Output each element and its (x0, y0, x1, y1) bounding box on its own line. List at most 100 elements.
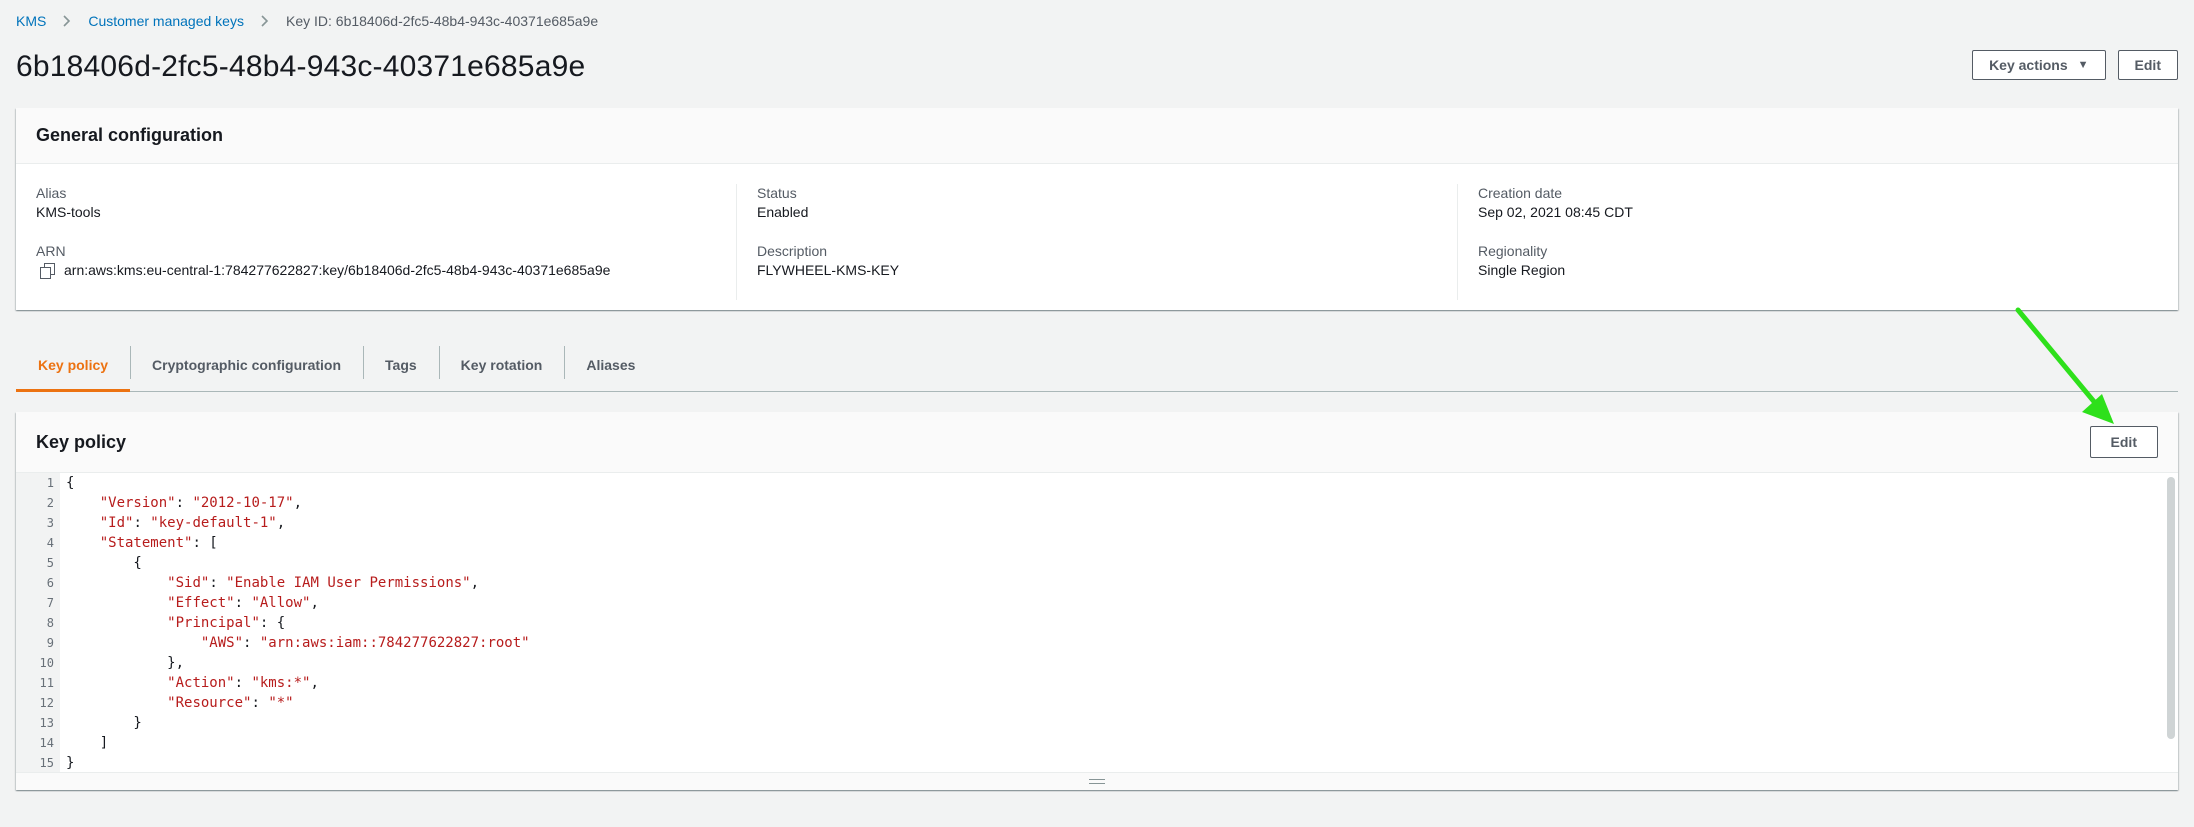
creation-date-label: Creation date (1478, 185, 1563, 201)
caret-down-icon: ▼ (2077, 59, 2089, 71)
key-policy-header: Key policy Edit (16, 412, 2178, 472)
code-line: 5 { (16, 553, 2178, 573)
code-line: 2 "Version": "2012-10-17", (16, 493, 2178, 513)
line-number: 3 (16, 513, 60, 533)
code-text: "Effect": "Allow", (167, 595, 319, 611)
code-line: 6 "Sid": "Enable IAM User Permissions", (16, 573, 2178, 593)
regionality-value: Single Region (1478, 262, 1566, 278)
edit-key-button[interactable]: Edit (2117, 50, 2178, 80)
code-line: 9 "AWS": "arn:aws:iam::784277622827:root… (16, 633, 2178, 653)
code-line: 11 "Action": "kms:*", (16, 673, 2178, 693)
code-text: "Statement": [ (99, 535, 218, 551)
key-policy-editor[interactable]: 1{2 "Version": "2012-10-17", 3 "Id": "key… (16, 472, 2178, 772)
breadcrumb-current: Key ID: 6b18406d-2fc5-48b4-943c-40371e68… (285, 13, 599, 29)
line-number: 12 (16, 693, 60, 713)
edit-key-policy-button[interactable]: Edit (2089, 426, 2158, 458)
tab-key-policy[interactable]: Key policy (16, 338, 131, 392)
code-lines: 1{2 "Version": "2012-10-17", 3 "Id": "key… (16, 473, 2178, 772)
arn-row: arn:aws:kms:eu-central-1:784277622827:ke… (36, 260, 716, 280)
status-value: Enabled (757, 204, 809, 220)
chevron-right-icon (261, 15, 269, 27)
key-actions-label: Key actions (1989, 57, 2068, 73)
general-configuration-title: General configuration (16, 108, 2178, 164)
page-title: 6b18406d-2fc5-48b4-943c-40371e685a9e (16, 50, 586, 83)
general-configuration-panel: General configuration Alias KMS-tools AR… (16, 108, 2178, 310)
code-line: 8 "Principal": { (16, 613, 2178, 633)
kms-key-detail-page: KMS Customer managed keys Key ID: 6b1840… (0, 0, 2194, 827)
line-number: 15 (16, 753, 60, 772)
status-field: Status Enabled (757, 184, 1437, 222)
key-actions-dropdown[interactable]: Key actions ▼ (1972, 50, 2106, 80)
config-column-3: Creation date Sep 02, 2021 08:45 CDT Reg… (1457, 184, 2178, 300)
code-text: } (66, 755, 75, 771)
line-number: 2 (16, 493, 60, 513)
description-label: Description (757, 243, 828, 259)
status-label: Status (757, 185, 797, 201)
code-line: 10 }, (16, 653, 2178, 673)
editor-scrollbar[interactable] (2164, 473, 2178, 772)
line-number: 11 (16, 673, 60, 693)
code-line: 7 "Effect": "Allow", (16, 593, 2178, 613)
code-text: { (66, 555, 142, 571)
line-number: 8 (16, 613, 60, 633)
code-text: } (66, 715, 142, 731)
chevron-right-icon (63, 15, 71, 27)
tab-tags[interactable]: Tags (363, 338, 439, 391)
code-text: }, (66, 655, 185, 671)
arn-value: arn:aws:kms:eu-central-1:784277622827:ke… (64, 262, 611, 278)
config-column-1: Alias KMS-tools ARN arn:aws:kms:eu-centr… (16, 184, 736, 300)
code-line: 15} (16, 753, 2178, 772)
creation-date-value: Sep 02, 2021 08:45 CDT (1478, 204, 1633, 220)
code-text: "Action": "kms:*", (167, 675, 319, 691)
code-text: "Principal": { (167, 615, 286, 631)
code-text: "Id": "key-default-1", (99, 515, 286, 531)
line-number: 6 (16, 573, 60, 593)
copy-icon[interactable] (40, 263, 55, 279)
grip-icon (1089, 779, 1105, 784)
line-number: 14 (16, 733, 60, 753)
code-line: 1{ (16, 473, 2178, 493)
code-text: "Version": "2012-10-17", (99, 495, 303, 511)
general-configuration-columns: Alias KMS-tools ARN arn:aws:kms:eu-centr… (16, 164, 2178, 300)
config-column-2: Status Enabled Description FLYWHEEL-KMS-… (736, 184, 1457, 300)
alias-field: Alias KMS-tools (36, 184, 716, 222)
regionality-label: Regionality (1478, 243, 1548, 259)
code-line: 13 } (16, 713, 2178, 733)
header-actions: Key actions ▼ Edit (1972, 50, 2178, 80)
line-number: 7 (16, 593, 60, 613)
arn-field: ARN arn:aws:kms:eu-central-1:78427762282… (36, 242, 716, 280)
line-number: 1 (16, 473, 60, 493)
creation-date-field: Creation date Sep 02, 2021 08:45 CDT (1478, 184, 2158, 222)
alias-label: Alias (36, 185, 67, 201)
key-detail-tabs: Key policy Cryptographic configuration T… (16, 338, 2178, 392)
line-number: 5 (16, 553, 60, 573)
code-text: "Resource": "*" (167, 695, 294, 711)
line-number: 9 (16, 633, 60, 653)
breadcrumb: KMS Customer managed keys Key ID: 6b1840… (16, 10, 598, 32)
arn-label: ARN (36, 243, 66, 259)
line-number: 10 (16, 653, 60, 673)
code-line: 14 ] (16, 733, 2178, 753)
code-text: "Sid": "Enable IAM User Permissions", (167, 575, 480, 591)
code-text: { (66, 475, 75, 491)
editor-scrollbar-thumb[interactable] (2167, 477, 2175, 739)
description-value: FLYWHEEL-KMS-KEY (757, 262, 900, 278)
code-line: 12 "Resource": "*" (16, 693, 2178, 713)
key-policy-panel: Key policy Edit 1{2 "Version": "2012-10-… (16, 412, 2178, 790)
editor-resize-handle[interactable] (16, 772, 2178, 790)
breadcrumb-kms-link[interactable]: KMS (16, 13, 46, 29)
code-text: ] (66, 735, 109, 751)
tab-cryptographic-configuration[interactable]: Cryptographic configuration (130, 338, 363, 391)
alias-value: KMS-tools (36, 204, 101, 220)
regionality-field: Regionality Single Region (1478, 242, 2158, 280)
code-line: 4 "Statement": [ (16, 533, 2178, 553)
key-policy-title: Key policy (36, 431, 127, 452)
tab-aliases[interactable]: Aliases (564, 338, 657, 391)
breadcrumb-customer-managed-keys-link[interactable]: Customer managed keys (88, 13, 244, 29)
line-number: 4 (16, 533, 60, 553)
tab-key-rotation[interactable]: Key rotation (438, 338, 565, 391)
code-text: "AWS": "arn:aws:iam::784277622827:root" (200, 635, 530, 651)
code-line: 3 "Id": "key-default-1", (16, 513, 2178, 533)
line-number: 13 (16, 713, 60, 733)
description-field: Description FLYWHEEL-KMS-KEY (757, 242, 1437, 280)
